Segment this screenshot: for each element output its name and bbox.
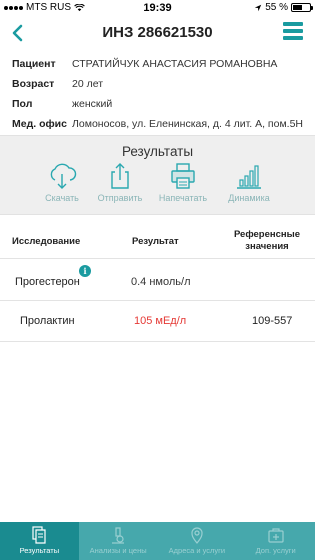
tab-addresses-label: Адреса и услуги <box>168 546 226 555</box>
results-panel: Результаты Скачать Отправить Напечатать … <box>0 135 315 215</box>
status-right: 55 % <box>254 2 313 13</box>
medical-case-icon <box>268 528 284 543</box>
patient-sex-value: женский <box>72 98 113 110</box>
location-arrow-icon <box>255 4 262 11</box>
tab-bar: Результаты Анализы и цены Адреса и услуг… <box>0 522 315 560</box>
row-result: 0.4 нмоль/л <box>131 276 191 288</box>
menu-line <box>283 36 303 40</box>
tab-analyses[interactable]: Анализы и цены <box>79 522 158 560</box>
bar-chart-icon <box>237 165 261 189</box>
tab-extra-services-label: Доп. услуги <box>255 546 296 555</box>
patient-office-value: Ломоносов, ул. Еленинская, д. 4 лит. А, … <box>72 118 304 130</box>
page-title: ИНЗ 286621530 <box>102 24 213 41</box>
patient-row-age: Возраст 20 лет <box>12 78 309 91</box>
tab-results-label: Результаты <box>19 546 60 555</box>
microscope-icon <box>112 527 125 544</box>
patient-row-sex: Пол женский <box>12 98 309 111</box>
navigation-header: ИНЗ 286621530 <box>0 16 315 50</box>
download-button[interactable]: Скачать <box>32 162 92 203</box>
patient-sex-label: Пол <box>12 98 33 110</box>
download-label: Скачать <box>45 193 79 203</box>
row-reference: 109-557 <box>252 315 293 327</box>
tab-analyses-label: Анализы и цены <box>89 546 147 555</box>
patient-row-name: Пациент СТРАТИЙЧУК АНАСТАСИЯ РОМАНОВНА <box>12 58 309 71</box>
results-table-header: Исследование Результат Референсные значе… <box>0 228 315 258</box>
results-actions: Скачать Отправить Напечатать Динамика <box>0 162 315 214</box>
patient-row-office: Мед. офис Ломоносов, ул. Еленинская, д. … <box>12 118 309 131</box>
map-pin-icon <box>191 527 203 544</box>
menu-line <box>283 29 303 33</box>
info-icon[interactable]: i <box>79 265 91 277</box>
patient-name-value: СТРАТИЙЧУК АНАСТАСИЯ РОМАНОВНА <box>72 58 278 70</box>
row-result: 105 мЕд/л <box>134 315 187 327</box>
tab-extra-services[interactable]: Доп. услуги <box>236 522 315 560</box>
results-panel-title: Результаты <box>121 144 194 159</box>
table-row[interactable]: Пролактин 105 мЕд/л 109-557 <box>0 301 315 341</box>
hamburger-menu-button[interactable] <box>283 22 303 42</box>
table-divider <box>0 258 315 259</box>
tab-results[interactable]: Результаты <box>0 522 79 560</box>
table-row[interactable]: Прогестерон i 0.4 нмоль/л <box>0 262 315 302</box>
row-study: Пролактин <box>20 315 75 327</box>
table-divider <box>0 341 315 342</box>
printer-icon <box>171 163 195 189</box>
battery-icon <box>291 3 313 12</box>
column-header-study: Исследование <box>12 236 81 247</box>
tab-addresses[interactable]: Адреса и услуги <box>158 522 237 560</box>
send-label: Отправить <box>97 193 143 203</box>
documents-icon <box>32 526 46 544</box>
column-header-reference: Референсные значения <box>233 229 301 252</box>
patient-office-label: Мед. офис <box>12 118 67 130</box>
row-study: Прогестерон <box>15 276 80 288</box>
send-button[interactable]: Отправить <box>90 162 150 203</box>
patient-age-label: Возраст <box>12 78 55 90</box>
patient-name-label: Пациент <box>12 58 56 70</box>
print-button[interactable]: Напечатать <box>153 162 213 203</box>
menu-line <box>283 22 303 26</box>
share-icon <box>111 163 129 189</box>
dynamics-button[interactable]: Динамика <box>219 162 279 203</box>
status-bar: MTS RUS 19:39 55 % <box>0 0 315 16</box>
cloud-download-icon <box>50 163 77 189</box>
patient-info: Пациент СТРАТИЙЧУК АНАСТАСИЯ РОМАНОВНА В… <box>12 58 309 138</box>
battery-percent: 55 % <box>265 2 288 13</box>
dynamics-label: Динамика <box>228 193 270 203</box>
print-label: Напечатать <box>158 193 208 203</box>
patient-age-value: 20 лет <box>72 78 104 90</box>
column-header-result: Результат <box>132 236 179 247</box>
